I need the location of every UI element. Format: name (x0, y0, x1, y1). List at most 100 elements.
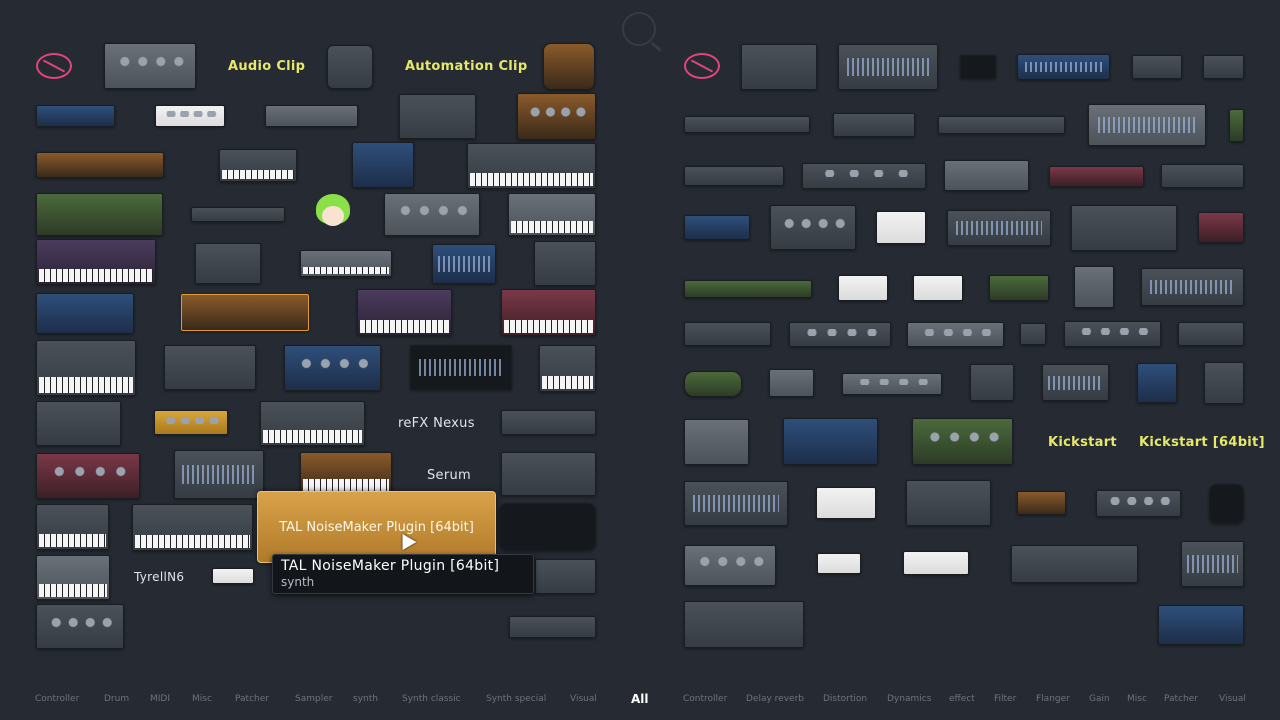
category-tab[interactable]: Dynamics (887, 694, 931, 704)
plugin-thumb[interactable] (36, 604, 124, 649)
category-tab[interactable]: Gain (1089, 694, 1110, 704)
plugin-thumb[interactable] (1181, 541, 1244, 587)
plugin-thumb[interactable] (539, 345, 596, 392)
plugin-thumb[interactable] (947, 210, 1051, 246)
plugin-thumb[interactable] (960, 55, 996, 79)
plugin-thumb[interactable] (838, 275, 888, 301)
plugin-thumb[interactable] (535, 559, 596, 594)
plugin-thumb[interactable] (684, 371, 742, 397)
plugin-thumb[interactable] (944, 160, 1029, 191)
search-icon[interactable] (622, 12, 656, 46)
plugin-thumb[interactable] (970, 364, 1014, 401)
plugin-thumb[interactable] (36, 239, 156, 285)
plugin-thumb[interactable] (410, 345, 512, 390)
plugin-thumb[interactable] (1209, 484, 1244, 524)
kickstart-label[interactable]: Kickstart (1048, 435, 1117, 450)
plugin-thumb[interactable] (501, 452, 596, 496)
plugin-thumb[interactable] (1011, 545, 1138, 583)
plugin-thumb[interactable] (36, 453, 140, 499)
plugin-thumb[interactable] (36, 504, 109, 550)
plugin-thumb[interactable] (906, 480, 991, 526)
refx-nexus-label[interactable]: reFX Nexus (398, 416, 475, 431)
plugin-thumb[interactable] (104, 43, 196, 89)
plugin-thumb[interactable] (36, 555, 110, 600)
category-tab[interactable]: Controller (683, 694, 727, 704)
category-tab[interactable]: Delay reverb (746, 694, 804, 704)
plugin-thumb[interactable] (1017, 54, 1110, 80)
plugin-thumb[interactable] (191, 207, 285, 222)
plugin-thumb[interactable] (265, 105, 358, 127)
category-tab[interactable]: Visual (1219, 694, 1246, 704)
none-icon[interactable] (36, 53, 72, 79)
plugin-thumb[interactable] (1178, 322, 1244, 346)
plugin-thumb[interactable] (260, 401, 365, 446)
plugin-thumb[interactable] (833, 113, 915, 137)
plugin-thumb[interactable] (352, 142, 414, 188)
audio-clip-label[interactable]: Audio Clip (228, 59, 305, 74)
kickstart-64-label[interactable]: Kickstart [64bit] (1139, 435, 1265, 450)
category-tab[interactable]: Filter (994, 694, 1016, 704)
plugin-thumb[interactable] (907, 322, 1004, 347)
plugin-thumb[interactable] (36, 152, 164, 178)
plugin-thumb[interactable] (517, 93, 596, 140)
category-tab[interactable]: Misc (1127, 694, 1147, 704)
plugin-thumb[interactable] (684, 545, 776, 586)
category-tab[interactable]: Distortion (823, 694, 867, 704)
plugin-thumb[interactable] (684, 481, 788, 526)
plugin-thumb[interactable] (499, 503, 596, 551)
plugin-thumb[interactable] (181, 294, 309, 331)
plugin-thumb[interactable] (1071, 205, 1177, 251)
plugin-thumb[interactable] (1020, 323, 1046, 345)
plugin-thumb[interactable] (876, 211, 926, 244)
plugin-thumb[interactable] (783, 418, 878, 465)
plugin-thumb[interactable] (1064, 321, 1161, 347)
plugin-thumb[interactable] (1132, 55, 1182, 79)
plugin-thumb[interactable] (36, 193, 163, 236)
plugin-thumb[interactable] (501, 410, 596, 435)
none-icon[interactable] (684, 53, 720, 79)
plugin-thumb[interactable] (467, 143, 596, 189)
plugin-thumb[interactable] (509, 616, 596, 638)
plugin-thumb[interactable] (501, 289, 596, 336)
plugin-thumb[interactable] (802, 163, 926, 189)
plugin-thumb[interactable] (284, 345, 381, 391)
plugin-thumb[interactable] (903, 551, 969, 575)
plugin-thumb[interactable] (684, 601, 804, 648)
plugin-thumb[interactable] (684, 116, 810, 133)
plugin-thumb[interactable] (1229, 109, 1244, 142)
plugin-thumb[interactable] (174, 450, 264, 499)
plugin-thumb[interactable] (684, 280, 812, 298)
category-tab[interactable]: Patcher (1164, 694, 1198, 704)
plugin-thumb[interactable] (384, 193, 480, 236)
plugin-thumb[interactable] (769, 369, 814, 397)
automation-icon[interactable] (327, 45, 373, 89)
plugin-thumb[interactable] (684, 166, 784, 186)
plugin-thumb[interactable] (154, 410, 228, 435)
category-tab[interactable]: Flanger (1036, 694, 1070, 704)
plugin-thumb[interactable] (838, 44, 938, 90)
plugin-thumb[interactable] (1141, 268, 1244, 306)
plugin-mascot-icon[interactable] (312, 194, 354, 232)
plugin-thumb[interactable] (1158, 605, 1244, 645)
tyrell-label[interactable]: TyrellN6 (134, 570, 184, 584)
category-tab[interactable]: effect (949, 694, 975, 704)
plugin-thumb[interactable] (1042, 364, 1109, 401)
plugin-thumb[interactable] (543, 43, 595, 90)
plugin-thumb[interactable] (155, 105, 225, 127)
plugin-thumb[interactable] (195, 243, 261, 284)
plugin-thumb[interactable] (1161, 164, 1244, 188)
plugin-thumb[interactable] (219, 149, 297, 182)
plugin-thumb[interactable] (913, 275, 963, 301)
serum-label[interactable]: Serum (427, 468, 471, 483)
plugin-thumb[interactable] (816, 487, 876, 519)
plugin-thumb[interactable] (36, 105, 115, 127)
plugin-thumb[interactable] (36, 293, 134, 334)
plugin-thumb[interactable] (357, 289, 452, 336)
plugin-thumb[interactable] (300, 250, 392, 277)
plugin-thumb[interactable] (842, 373, 942, 395)
plugin-thumb[interactable] (534, 241, 596, 286)
automation-clip-label[interactable]: Automation Clip (405, 59, 527, 74)
plugin-thumb[interactable] (684, 215, 750, 240)
plugin-thumb[interactable] (684, 322, 771, 346)
plugin-thumb[interactable] (989, 275, 1049, 301)
